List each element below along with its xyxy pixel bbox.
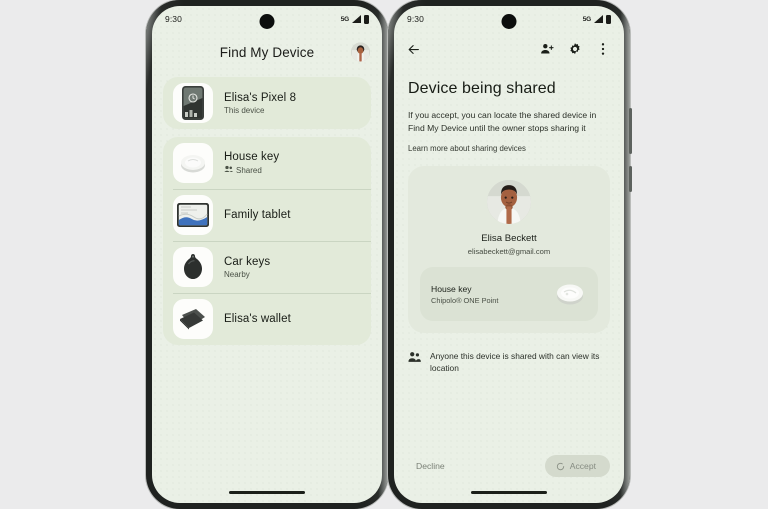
tag-tracker-thumbnail-icon bbox=[173, 247, 213, 287]
more-vert-icon[interactable] bbox=[594, 40, 612, 58]
learn-more-link[interactable]: Learn more about sharing devices bbox=[408, 144, 610, 153]
list-item[interactable]: Car keys Nearby bbox=[163, 241, 371, 293]
share-request-content: Device being shared If you accept, you c… bbox=[394, 80, 624, 374]
status-time: 9:30 bbox=[407, 14, 424, 24]
list-item[interactable]: Family tablet bbox=[163, 189, 371, 241]
camera-punch-hole-right bbox=[501, 14, 517, 29]
sharer-card: Elisa Beckett elisabeckett@gmail.com Hou… bbox=[408, 166, 610, 333]
volume-button-right[interactable] bbox=[629, 108, 632, 154]
chipolo-tracker-art-icon bbox=[553, 281, 587, 307]
status-time: 9:30 bbox=[165, 14, 182, 24]
list-item-subtitle-text: This device bbox=[224, 105, 265, 115]
list-item-text: Family tablet bbox=[224, 209, 291, 221]
phone-left: 9:30 5G Find My Device Elisa's Pixel 8 T… bbox=[146, 0, 390, 509]
list-item-title: Elisa's Pixel 8 bbox=[224, 91, 297, 104]
shared-device-text: House key Chipolo® ONE Point bbox=[431, 284, 498, 305]
decline-button[interactable]: Decline bbox=[408, 455, 453, 477]
screenshot-stage: 9:30 5G Find My Device Elisa's Pixel 8 T… bbox=[0, 0, 768, 509]
signal-bars-icon bbox=[352, 15, 361, 23]
loading-spinner-icon bbox=[556, 462, 565, 471]
gear-icon[interactable] bbox=[566, 40, 584, 58]
app-bar-right bbox=[394, 32, 624, 66]
device-card-group: House key Shared Family tablet Car keys … bbox=[163, 137, 371, 345]
device-card-primary: Elisa's Pixel 8 This device bbox=[163, 77, 371, 129]
device-list: Elisa's Pixel 8 This device House key Sh… bbox=[152, 72, 382, 345]
sharer-email: elisabeckett@gmail.com bbox=[467, 247, 551, 256]
tablet-thumbnail-icon bbox=[173, 195, 213, 235]
chipolo-tracker-thumbnail-icon bbox=[173, 143, 213, 183]
people-outline-icon bbox=[408, 350, 421, 363]
signal-bars-icon bbox=[594, 15, 603, 23]
avatar[interactable] bbox=[351, 42, 370, 62]
description-text: If you accept, you can locate the shared… bbox=[408, 110, 597, 133]
network-label: 5G bbox=[582, 15, 591, 23]
list-item-subtitle-text: Shared bbox=[236, 165, 262, 175]
list-item-text: Elisa's wallet bbox=[224, 313, 291, 325]
home-indicator-right[interactable] bbox=[471, 491, 547, 494]
page-title: Device being shared bbox=[408, 80, 556, 97]
list-item[interactable]: Elisa's wallet bbox=[163, 293, 371, 345]
list-item-subtitle: This device bbox=[224, 106, 296, 115]
list-item-text: House key Shared bbox=[224, 151, 279, 175]
status-indicators: 5G bbox=[340, 14, 369, 24]
person-add-icon[interactable] bbox=[538, 40, 556, 58]
shared-device-title: House key bbox=[431, 283, 472, 294]
sharing-notice-text: Anyone this device is shared with can vi… bbox=[430, 351, 600, 373]
phone-thumbnail-icon bbox=[173, 83, 213, 123]
screen-right: 9:30 5G Device being shared If you accep… bbox=[394, 6, 624, 503]
accept-button-label: Accept bbox=[569, 461, 596, 471]
list-item-subtitle-text: Nearby bbox=[224, 269, 250, 279]
network-label: 5G bbox=[340, 15, 349, 23]
action-bar: Decline Accept bbox=[408, 455, 610, 477]
list-item-title: Family tablet bbox=[224, 209, 291, 221]
list-item[interactable]: Elisa's Pixel 8 This device bbox=[163, 77, 371, 129]
list-item-subtitle: Shared bbox=[224, 165, 279, 175]
arrow-back-icon[interactable] bbox=[406, 40, 424, 58]
camera-punch-hole-left bbox=[259, 14, 275, 29]
avatar bbox=[487, 180, 531, 224]
list-item[interactable]: House key Shared bbox=[163, 137, 371, 189]
sharing-notice: Anyone this device is shared with can vi… bbox=[408, 350, 610, 374]
people-icon bbox=[224, 165, 233, 175]
list-item-title: Car keys bbox=[224, 255, 271, 268]
sharer-name: Elisa Beckett bbox=[481, 233, 537, 244]
screen-left: 9:30 5G Find My Device Elisa's Pixel 8 T… bbox=[152, 6, 382, 503]
app-bar-left: Find My Device bbox=[152, 32, 382, 72]
list-item-subtitle: Nearby bbox=[224, 270, 270, 279]
wallet-thumbnail-icon bbox=[173, 299, 213, 339]
power-button-right[interactable] bbox=[629, 166, 632, 192]
accept-button[interactable]: Accept bbox=[544, 455, 610, 477]
page-title: Find My Device bbox=[219, 44, 315, 60]
home-indicator-left[interactable] bbox=[229, 491, 305, 494]
phone-right: 9:30 5G Device being shared If you accep… bbox=[388, 0, 632, 509]
status-indicators: 5G bbox=[582, 14, 611, 24]
shared-device-chip[interactable]: House key Chipolo® ONE Point bbox=[420, 267, 598, 321]
list-item-text: Elisa's Pixel 8 This device bbox=[224, 92, 296, 115]
list-item-title: Elisa's wallet bbox=[224, 313, 291, 325]
shared-device-model: Chipolo® ONE Point bbox=[431, 295, 499, 305]
battery-icon bbox=[364, 14, 369, 24]
list-item-text: Car keys Nearby bbox=[224, 256, 270, 279]
list-item-title: House key bbox=[224, 151, 280, 163]
battery-icon bbox=[606, 14, 611, 24]
